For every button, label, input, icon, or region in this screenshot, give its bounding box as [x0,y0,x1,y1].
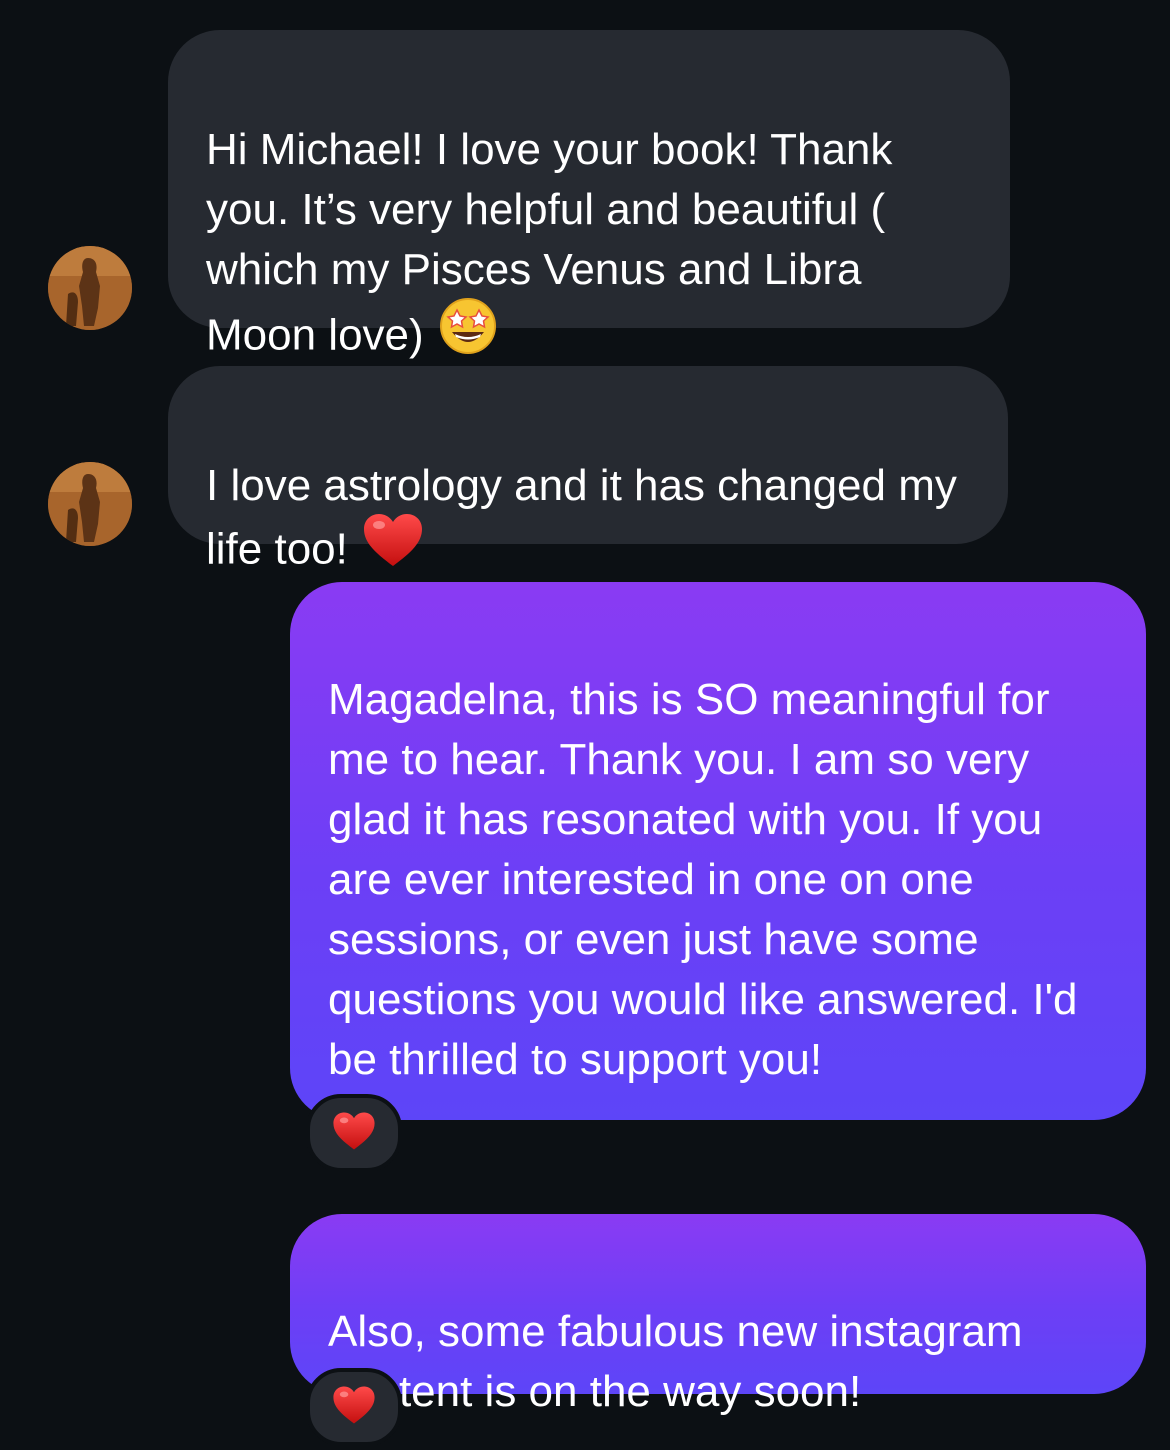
red-heart-icon [362,512,424,584]
message-text: Magadelna, this is SO meaningful for me … [328,675,1078,1084]
red-heart-reaction-icon [332,1111,376,1156]
star-struck-emoji-icon [438,296,498,372]
message-text: Also, some fabulous new instagram conten… [328,1307,1023,1416]
message-text: I love astrology and it has changed my l… [206,461,957,574]
message-text: Hi Michael! I love your book! Thank you.… [206,125,893,360]
red-heart-reaction-icon [332,1385,376,1430]
outgoing-message-bubble[interactable]: Magadelna, this is SO meaningful for me … [290,582,1146,1120]
sender-avatar[interactable] [48,462,132,546]
incoming-message-bubble[interactable]: I love astrology and it has changed my l… [168,366,1008,574]
incoming-message-bubble[interactable]: Hi Michael! I love your book! Thank you.… [168,30,1010,360]
message-reaction[interactable] [306,1368,402,1446]
sender-avatar[interactable] [48,246,132,330]
message-thread: Hi Michael! I love your book! Thank you.… [0,0,1170,1450]
outgoing-message-bubble[interactable]: Also, some fabulous new instagram conten… [290,1214,1146,1416]
message-reaction[interactable] [306,1094,402,1172]
